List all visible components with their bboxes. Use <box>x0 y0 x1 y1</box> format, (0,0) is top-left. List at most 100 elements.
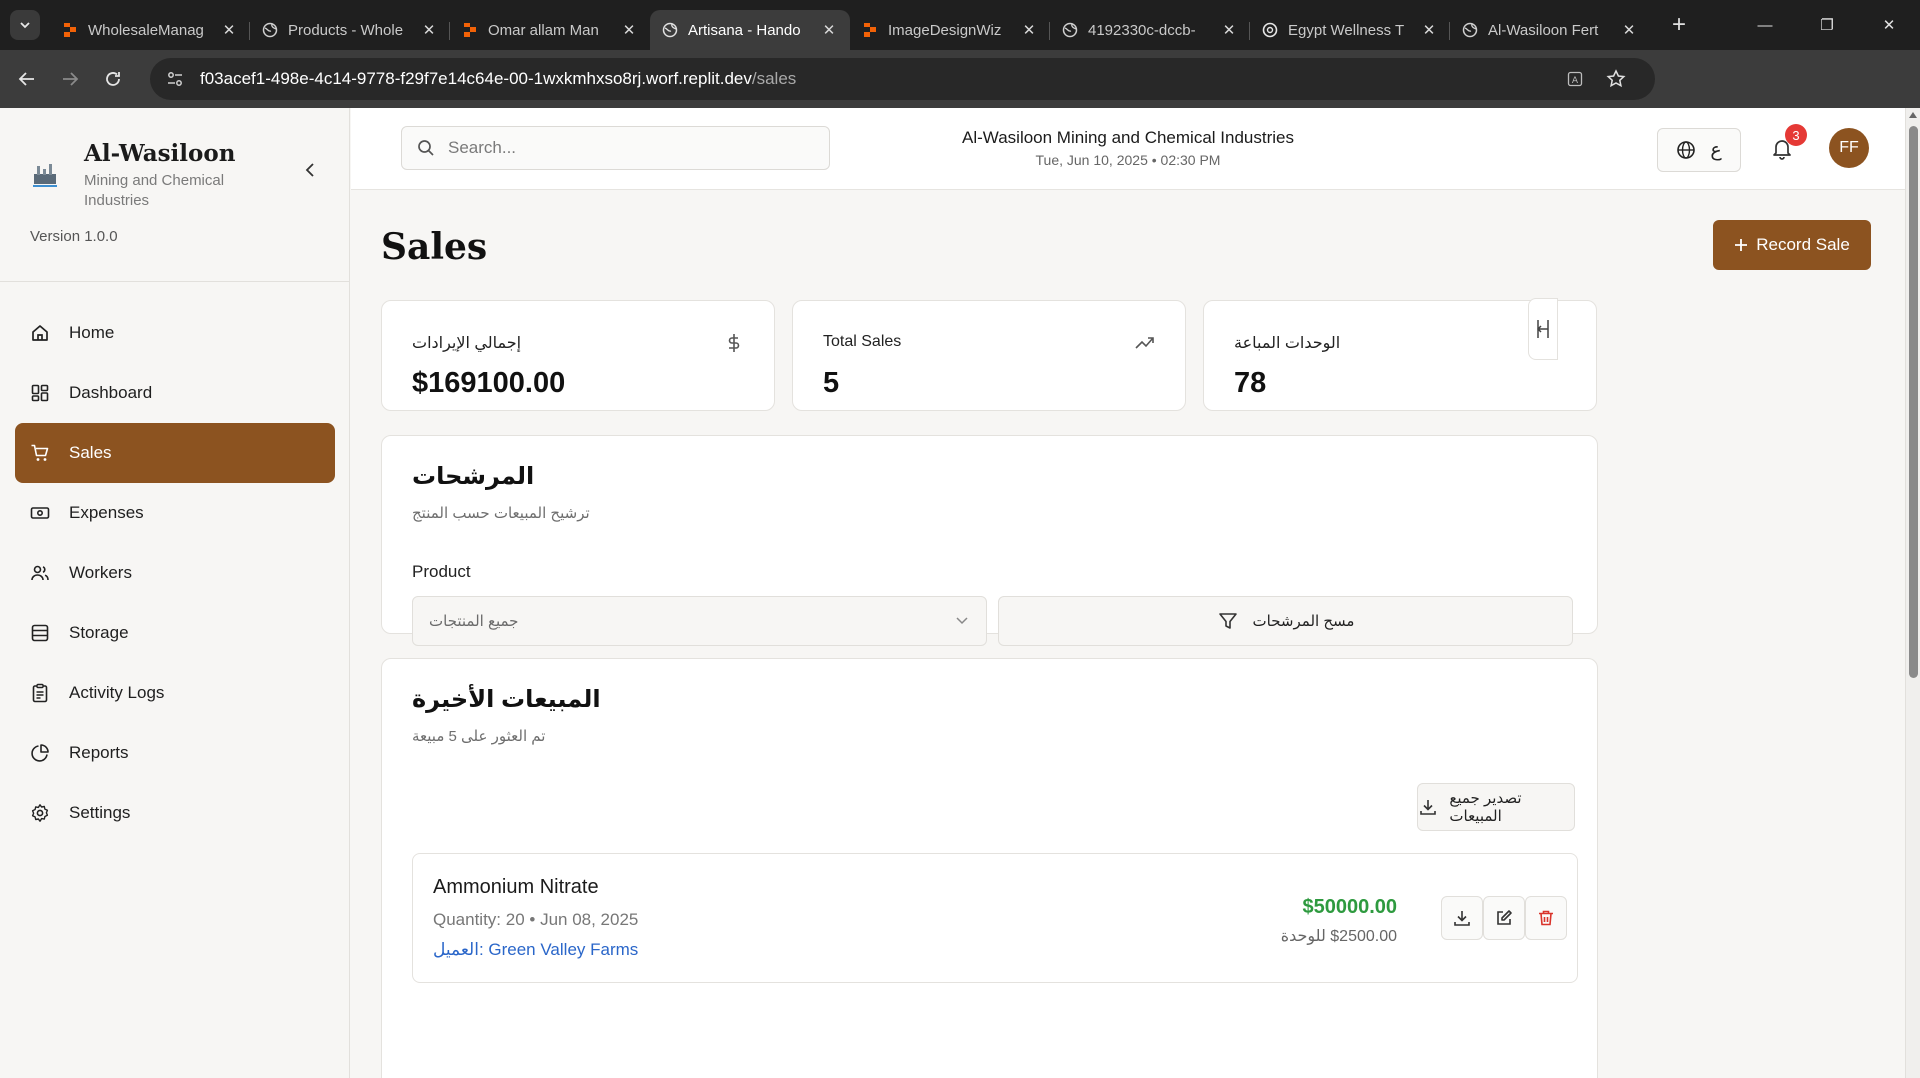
sidebar-item-label: Expenses <box>69 503 144 522</box>
browser-tab[interactable]: Egypt Wellness T ✕ <box>1250 10 1450 50</box>
brand: Al-Wasiloon Mining and Chemical Industri… <box>30 140 244 211</box>
chevron-left-icon[interactable] <box>300 160 320 180</box>
recent-sales-subtitle: تم العثور على 5 مبيعة <box>412 728 546 745</box>
plus-icon <box>1735 239 1748 251</box>
page-scrollbar[interactable] <box>1905 108 1920 1078</box>
database-icon <box>29 622 51 644</box>
chevron-down-icon <box>954 613 970 629</box>
page-title: Sales <box>381 226 488 268</box>
recent-sales-title: المبيعات الأخيرة <box>412 686 601 713</box>
browser-tab-active[interactable]: Artisana - Hando ✕ <box>650 10 850 50</box>
browser-tab[interactable]: ImageDesignWiz ✕ <box>850 10 1050 50</box>
close-icon[interactable]: ✕ <box>620 21 638 39</box>
scroll-thumb[interactable] <box>1909 126 1918 678</box>
tab-title: 4192330c-dccb- <box>1088 21 1196 39</box>
bookmark-star-icon[interactable] <box>1606 69 1626 89</box>
download-icon <box>1454 911 1470 926</box>
browser-tab[interactable]: Al-Wasiloon Fert ✕ <box>1450 10 1650 50</box>
reload-icon[interactable] <box>97 63 129 95</box>
factory-logo-icon <box>33 164 57 187</box>
browser-toolbar: f03acef1-498e-4c14-9778-f29f7e14c64e-00-… <box>0 50 1920 139</box>
close-icon[interactable]: ✕ <box>1420 21 1438 39</box>
browser-tab[interactable]: Omar allam Man ✕ <box>450 10 650 50</box>
browser-tab[interactable]: 4192330c-dccb- ✕ <box>1050 10 1250 50</box>
sale-product-name: Ammonium Nitrate <box>433 876 599 898</box>
tab-search-button[interactable] <box>10 10 40 40</box>
app: Al-Wasiloon Mining and Chemical Industri… <box>0 108 1920 1078</box>
export-all-sales-button[interactable]: تصدير جميع المبيعات <box>1417 783 1575 831</box>
sidebar-item-sales[interactable]: Sales <box>15 423 335 483</box>
close-icon[interactable]: ✕ <box>1220 21 1238 39</box>
close-icon[interactable]: ✕ <box>220 21 238 39</box>
delete-sale-button[interactable] <box>1525 896 1567 940</box>
sidebar-item-settings[interactable]: Settings <box>15 783 335 843</box>
translate-icon[interactable]: A <box>1565 69 1585 89</box>
edit-icon <box>1497 910 1512 925</box>
globe-icon <box>662 22 678 38</box>
back-icon[interactable] <box>11 63 43 95</box>
sidebar-item-storage[interactable]: Storage <box>15 603 335 663</box>
forward-icon[interactable] <box>54 63 86 95</box>
globe-icon <box>1062 22 1078 38</box>
top-bar: Al-Wasiloon Mining and Chemical Industri… <box>351 108 1905 190</box>
sale-unit-price: $2500.00 للوحدة <box>1280 928 1397 945</box>
globe-icon <box>1677 141 1696 159</box>
product-filter-label: Product <box>412 562 471 581</box>
browser-tab[interactable]: WholesaleManag ✕ <box>50 10 250 50</box>
record-sale-button[interactable]: Record Sale <box>1713 220 1871 270</box>
sidebar-item-home[interactable]: Home <box>15 303 335 363</box>
openai-icon <box>1262 22 1278 38</box>
globe-icon <box>1462 22 1478 38</box>
download-sale-button[interactable] <box>1441 896 1483 940</box>
search-input[interactable] <box>448 138 808 158</box>
stat-value: $169100.00 <box>412 367 566 399</box>
sidebar-item-dashboard[interactable]: Dashboard <box>15 363 335 423</box>
stat-label: الوحدات المباعة <box>1234 335 1341 352</box>
tab-title: Products - Whole <box>288 21 404 39</box>
close-icon[interactable]: ✕ <box>1620 21 1638 39</box>
sidebar-item-label: Workers <box>69 563 132 582</box>
side-panel-toggle[interactable] <box>1528 298 1558 360</box>
tab-title: ImageDesignWiz <box>888 21 1002 39</box>
scroll-up-arrow-icon[interactable] <box>1909 112 1917 118</box>
edit-sale-button[interactable] <box>1483 896 1525 940</box>
sale-client-link[interactable]: العميل: Green Valley Farms <box>433 940 638 960</box>
restore-icon[interactable]: ❐ <box>1796 0 1858 50</box>
sidebar-item-workers[interactable]: Workers <box>15 543 335 603</box>
sidebar-item-label: Reports <box>69 743 129 762</box>
user-avatar[interactable]: FF <box>1829 128 1869 168</box>
sidebar: Al-Wasiloon Mining and Chemical Industri… <box>0 108 350 1078</box>
address-bar[interactable]: f03acef1-498e-4c14-9778-f29f7e14c64e-00-… <box>150 58 1655 100</box>
stat-card-total-sales: Total Sales 5 <box>792 300 1186 411</box>
window-controls: — ❐ ✕ <box>1734 0 1920 50</box>
sidebar-item-reports[interactable]: Reports <box>15 723 335 783</box>
sidebar-divider <box>0 281 350 282</box>
stat-label: Total Sales <box>823 333 902 350</box>
sale-meta: Quantity: 20 • Jun 08, 2025 <box>433 910 639 929</box>
stat-value: 5 <box>823 367 840 399</box>
clipboard-icon <box>29 682 51 704</box>
product-select-value: جميع المنتجات <box>429 613 519 630</box>
home-icon <box>29 322 51 344</box>
clear-filters-button[interactable]: مسح المرشحات <box>998 596 1573 646</box>
sidebar-item-activity-logs[interactable]: Activity Logs <box>15 663 335 723</box>
tab-title: WholesaleManag <box>88 21 204 39</box>
version-label: Version 1.0.0 <box>30 228 118 245</box>
language-toggle-button[interactable]: ع <box>1657 128 1741 172</box>
filters-title: المرشحات <box>412 463 535 490</box>
browser-tab[interactable]: Products - Whole ✕ <box>250 10 450 50</box>
close-icon[interactable]: ✕ <box>420 21 438 39</box>
new-tab-button[interactable]: + <box>1664 11 1694 39</box>
close-window-icon[interactable]: ✕ <box>1858 0 1920 50</box>
chevron-down-icon <box>20 22 30 29</box>
close-icon[interactable]: ✕ <box>820 21 838 39</box>
sidebar-item-expenses[interactable]: Expenses <box>15 483 335 543</box>
brand-name: Al-Wasiloon <box>84 140 236 167</box>
site-info-icon[interactable] <box>164 68 186 90</box>
minimize-icon[interactable]: — <box>1734 0 1796 50</box>
sidebar-item-label: Storage <box>69 623 129 642</box>
product-select[interactable]: جميع المنتجات <box>412 596 987 646</box>
close-icon[interactable]: ✕ <box>1020 21 1038 39</box>
record-sale-label: Record Sale <box>1756 235 1850 254</box>
search-box[interactable] <box>401 126 830 170</box>
